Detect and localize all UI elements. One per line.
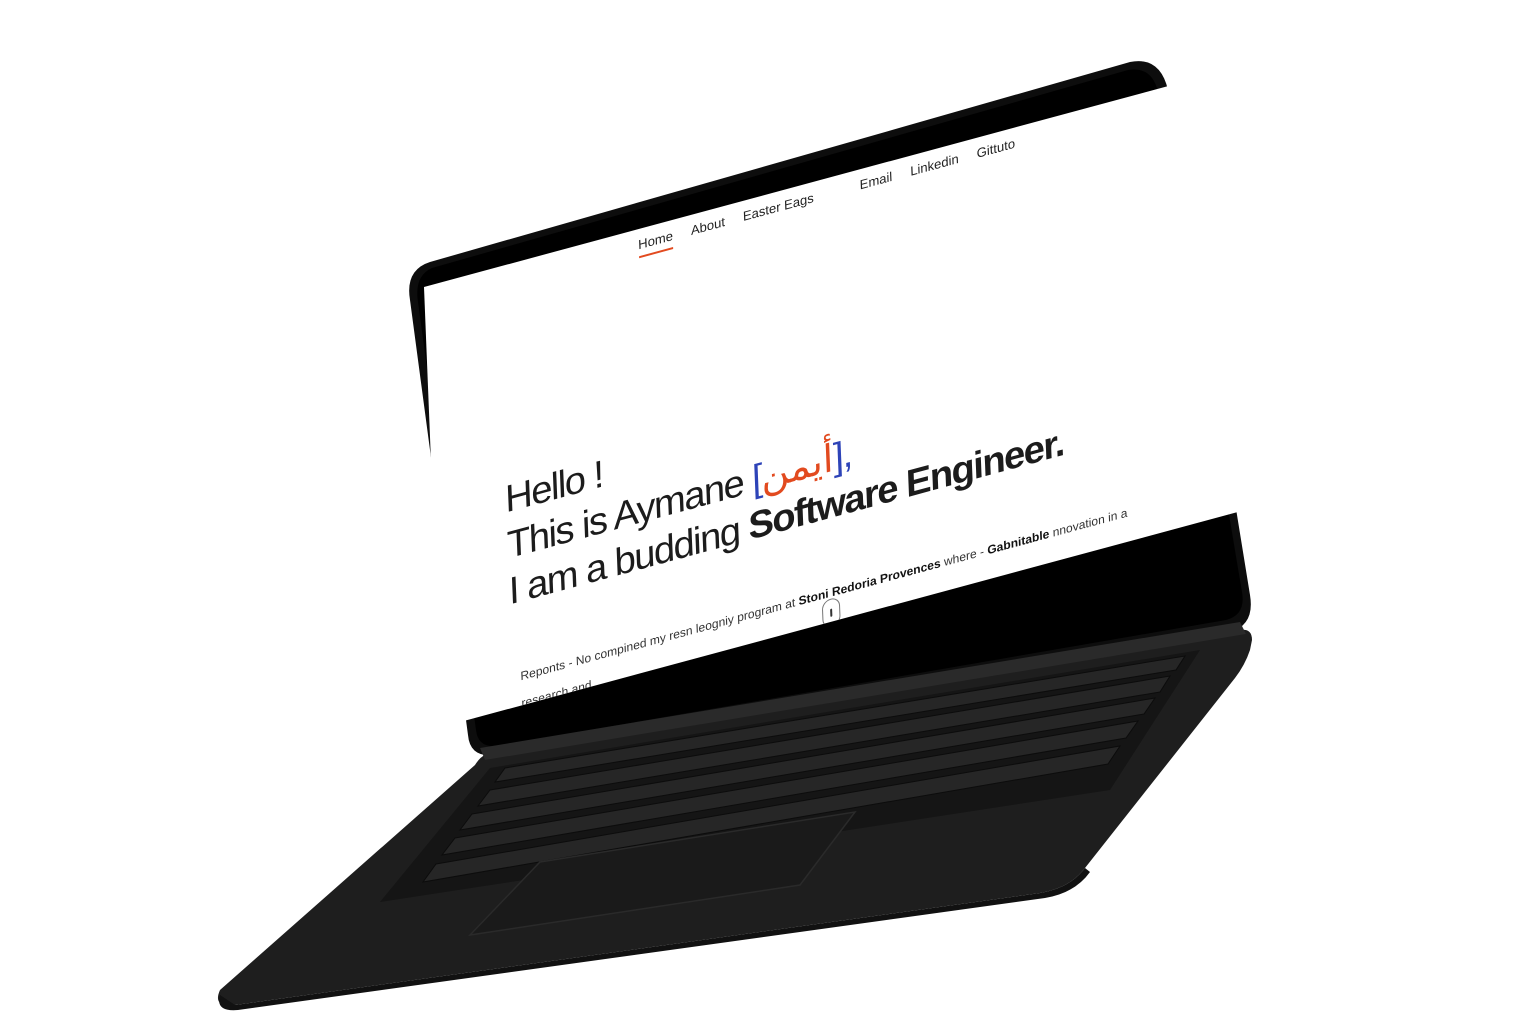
nav-linkedin-link[interactable]: Linkedin (910, 151, 959, 185)
mockup-stage: Home About Easter Eags Email Linkedin Gi… (0, 0, 1536, 1024)
desc-line1-bold2: Gabnitable (987, 526, 1050, 558)
desc-line1-b: where - (940, 543, 988, 570)
scroll-wheel-dot (830, 608, 833, 617)
nav-email-link[interactable]: Email (859, 169, 892, 199)
nav-home-link[interactable]: Home (637, 227, 674, 259)
bracket-close: ], (832, 432, 853, 480)
nav-about-link[interactable]: About (691, 214, 726, 244)
nav-github-link[interactable]: Gittuto (976, 136, 1015, 167)
nav-spacer (831, 182, 842, 206)
